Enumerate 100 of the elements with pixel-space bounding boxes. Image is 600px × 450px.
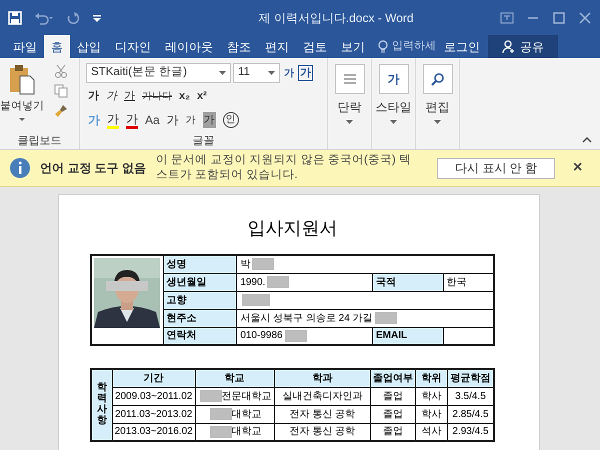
italic-button[interactable]: 가 — [106, 88, 117, 104]
sub-button[interactable]: x₂ — [179, 88, 190, 104]
table-cell: 전자 통신 공학 — [290, 426, 356, 438]
field-value: 010-9986 — [240, 330, 283, 342]
sup-button[interactable]: x² — [197, 88, 207, 104]
field-value: 1990. — [240, 276, 266, 288]
ribbon-display-icon[interactable] — [500, 12, 514, 24]
font-name-field[interactable]: STKaiti(본문 한글) — [86, 63, 231, 83]
ribbon-tab[interactable]: 보기 — [334, 35, 372, 58]
ribbon-tab[interactable]: 삽입 — [70, 35, 108, 58]
copy-icon[interactable] — [54, 84, 68, 98]
table-cell: 학사 — [421, 408, 442, 420]
phonetic-button[interactable]: 가 — [282, 66, 296, 80]
editing-button[interactable]: 편집 — [416, 58, 459, 133]
table-cell: 졸업 — [383, 390, 404, 402]
table-cell: 3.5/4.5 — [455, 390, 486, 402]
caret-icon — [390, 120, 397, 124]
group-label: 클립보드 — [18, 134, 62, 149]
document-heading: 입사지원서 — [246, 217, 338, 240]
character-border-button[interactable]: 가 — [298, 65, 313, 81]
table-cell: 석사 — [421, 426, 442, 438]
align-lines-icon — [342, 73, 356, 85]
collapse-ribbon-icon[interactable] — [582, 137, 592, 143]
table-cell: 전문대학교 — [222, 390, 272, 402]
bold-button[interactable]: 가 — [88, 88, 99, 104]
field-label: 연락처 — [166, 330, 196, 342]
font-size-field[interactable]: 11 — [233, 63, 280, 83]
brush-icon[interactable] — [54, 104, 68, 118]
change-case-button[interactable]: Aa — [145, 111, 160, 129]
table-cell: 2011.03~2013.02 — [114, 408, 192, 420]
undo-icon[interactable] — [34, 10, 54, 24]
field-value: 한국 — [446, 276, 467, 288]
lightbulb-icon[interactable] — [378, 40, 388, 54]
enclose-characters-button[interactable]: 인 — [222, 112, 239, 128]
info-icon[interactable] — [10, 158, 30, 178]
table-cell: 대학교 — [232, 426, 262, 438]
table-cell: 2009.03~2011.02 — [114, 390, 192, 402]
field-label: 고향 — [166, 294, 186, 306]
field-label: 국적 — [376, 276, 396, 288]
caret-icon — [18, 116, 26, 122]
table-cell: 2.85/4.5 — [452, 408, 489, 420]
character-shading-button[interactable]: 가 — [202, 112, 216, 128]
section-label: 학력사항 — [96, 382, 107, 426]
message-title: 언어 교정 도구 없음 — [40, 160, 146, 177]
strike-button[interactable]: 가나다 — [142, 88, 172, 104]
search-icon — [430, 72, 444, 86]
styles-button[interactable]: 가 스타일 — [372, 58, 415, 133]
group-label: 글꼴 — [192, 134, 214, 149]
column-header: 학교 — [224, 372, 245, 384]
close-icon[interactable] — [578, 12, 592, 24]
save-icon[interactable] — [8, 10, 22, 24]
caret-icon — [219, 71, 226, 75]
table-cell: 실내건축디자인과 — [282, 390, 362, 402]
user-add-icon — [502, 40, 516, 54]
table-cell: 전자 통신 공학 — [290, 408, 356, 420]
table-cell: 졸업 — [383, 426, 404, 438]
caret-icon — [346, 120, 353, 124]
ribbon-tab[interactable]: 디자인 — [108, 35, 158, 58]
ribbon-tab[interactable]: 참조 — [220, 35, 258, 58]
font-color-button[interactable]: 가 — [126, 112, 138, 128]
clipboard-icon — [8, 64, 36, 96]
column-header: 평균학점 — [450, 372, 490, 384]
ribbon-tab[interactable]: 파일 — [6, 35, 44, 58]
dismiss-button[interactable]: 다시 표시 안 함 — [437, 158, 556, 178]
table-cell: 졸업 — [383, 408, 404, 420]
scissors-icon[interactable] — [54, 64, 68, 78]
caret-icon — [434, 120, 441, 124]
paragraph-button[interactable]: 단락 — [328, 58, 371, 133]
field-label: 생년월일 — [166, 276, 206, 288]
highlight-button[interactable]: 가 — [107, 112, 119, 128]
table-cell: 2013.03~2016.02 — [114, 426, 193, 438]
ribbon-tab[interactable]: 편지 — [258, 35, 296, 58]
sign-in-link[interactable]: 로그인 — [436, 35, 488, 58]
field-label: 현주소 — [166, 312, 196, 324]
field-label: 성명 — [166, 258, 186, 270]
window-title: 제 이력서입니다.docx - Word — [257, 10, 415, 26]
ribbon-tab[interactable]: 홈 — [44, 35, 70, 58]
close-button[interactable]: × — [573, 156, 582, 180]
underline-button[interactable]: 가 — [124, 88, 135, 104]
maximize-icon[interactable] — [552, 12, 566, 24]
column-header: 학과 — [312, 372, 332, 384]
ribbon-tab[interactable]: 검토 — [296, 35, 334, 58]
table-cell: 2.93/4.5 — [452, 426, 489, 438]
shrink-font-button[interactable]: 가 — [186, 112, 196, 128]
field-label: EMAIL — [376, 330, 408, 342]
message-text: 이 문서에 교정이 지원되지 않은 중국어(중국) 텍스트가 포함되어 있습니다. — [156, 153, 412, 183]
column-header: 기간 — [144, 372, 164, 384]
customize-icon[interactable] — [92, 12, 102, 22]
redo-icon[interactable] — [66, 10, 80, 24]
paste-button[interactable]: 붙여넣기 — [0, 58, 44, 133]
table-cell: 학사 — [421, 390, 442, 402]
caret-icon — [268, 71, 275, 75]
table-cell: 대학교 — [232, 408, 262, 420]
ribbon-tab[interactable]: 레이아웃 — [158, 35, 220, 58]
tell-me-field[interactable]: 입력하세 — [392, 38, 436, 55]
share-button[interactable]: 공유 — [488, 35, 558, 58]
field-value: 박 — [240, 258, 250, 270]
column-header: 학위 — [421, 372, 442, 384]
grow-font-button[interactable]: 가 — [166, 111, 179, 129]
field-value: 서울시 성북구 의송로 24 가길 — [240, 312, 373, 324]
